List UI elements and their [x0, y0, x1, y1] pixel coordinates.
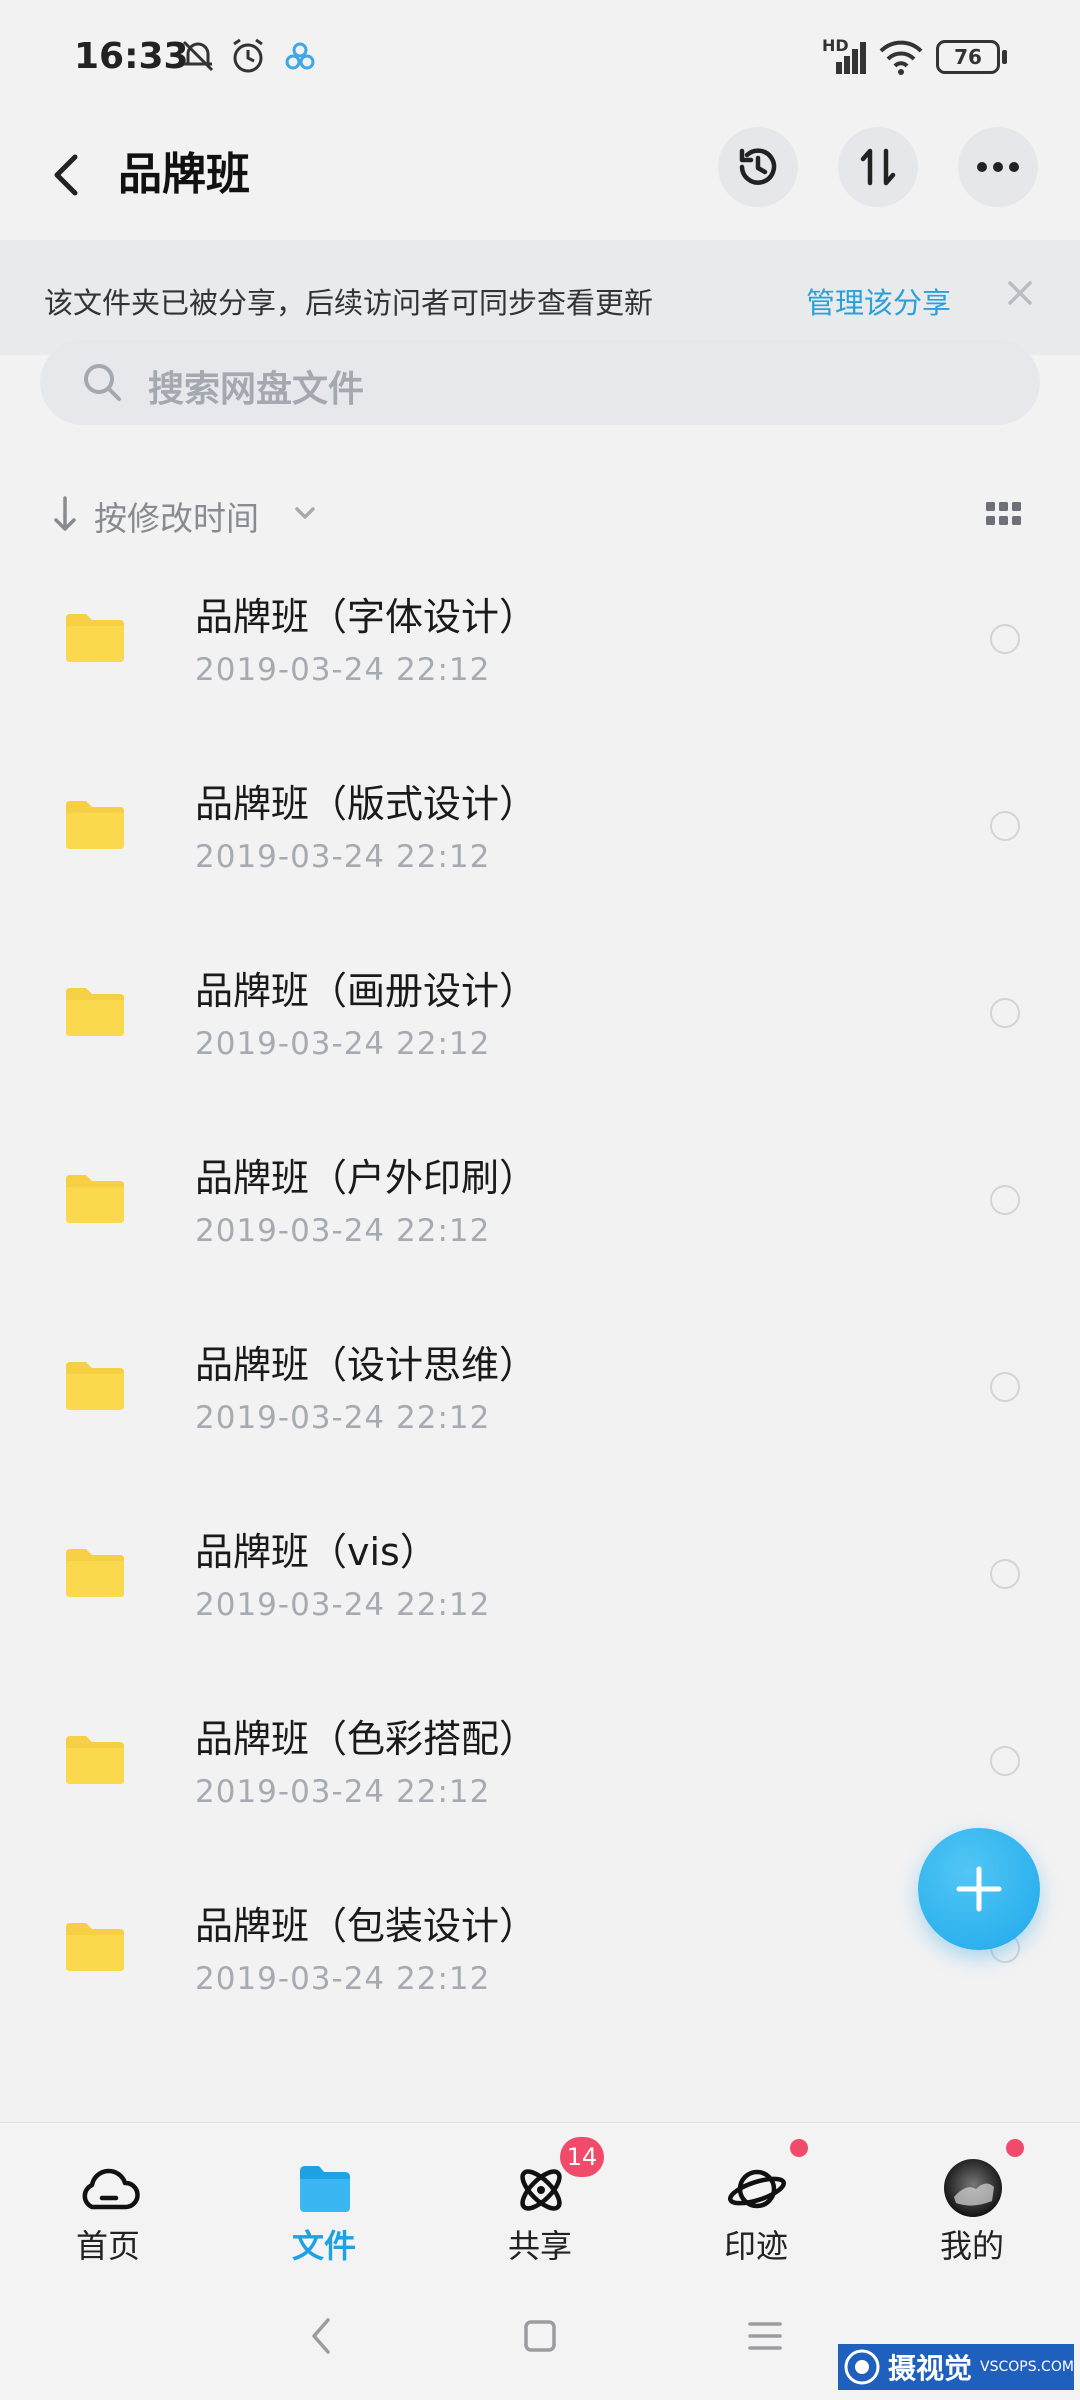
file-date: 2019-03-24 22:12: [195, 1961, 491, 1997]
history-button[interactable]: [718, 127, 798, 207]
file-name: 品牌班（户外印刷）: [195, 1156, 538, 1200]
status-time: 16:33: [74, 36, 189, 77]
app-notification-icon: [285, 42, 315, 70]
back-button[interactable]: [36, 140, 96, 210]
nav-label: 我的: [939, 2227, 1004, 2265]
folder-icon: [66, 801, 124, 849]
file-name: 品牌班（包装设计）: [195, 1904, 538, 1948]
list-item[interactable]: 品牌班（版式设计） 2019-03-24 22:12: [0, 743, 1080, 930]
list-item[interactable]: 品牌班（户外印刷） 2019-03-24 22:12: [0, 1117, 1080, 1304]
folder-icon: [300, 2166, 350, 2212]
system-menu-icon[interactable]: [748, 2320, 782, 2352]
sort-bar: 按修改时间: [0, 480, 1080, 550]
select-radio[interactable]: [990, 1746, 1020, 1776]
history-icon: [739, 148, 777, 185]
notification-dot: [790, 2139, 808, 2157]
header: 品牌班: [0, 120, 1080, 230]
more-icon: [977, 162, 1019, 172]
folder-icon: [66, 988, 124, 1036]
nav-item-traces[interactable]: 印迹: [648, 2123, 864, 2273]
alarm-icon: [233, 38, 263, 73]
list-item[interactable]: 品牌班（字体设计） 2019-03-24 22:12: [0, 556, 1080, 743]
sort-button[interactable]: [838, 127, 918, 207]
close-banner-button[interactable]: [1000, 273, 1040, 313]
file-name: 品牌班（字体设计）: [195, 595, 538, 639]
share-banner: 该文件夹已被分享，后续访问者可同步查看更新 管理该分享: [0, 240, 1080, 355]
grid-view-icon[interactable]: [986, 502, 1022, 528]
file-date: 2019-03-24 22:12: [195, 1400, 491, 1436]
system-home-icon[interactable]: [522, 2318, 558, 2354]
battery-icon: 76: [936, 40, 1000, 74]
manage-share-link[interactable]: 管理该分享: [806, 280, 951, 322]
folder-icon: [66, 1362, 124, 1410]
notification-badge: 14: [560, 2137, 604, 2177]
wifi-icon: [879, 40, 923, 75]
search-input[interactable]: 搜索网盘文件: [40, 340, 1040, 425]
nav-item-files[interactable]: 文件: [216, 2123, 432, 2273]
nav-label: 印迹: [723, 2227, 788, 2265]
status-bar: 16:33 HD 76: [0, 0, 1080, 120]
list-item[interactable]: 品牌班（设计思维） 2019-03-24 22:12: [0, 1304, 1080, 1491]
folder-icon: [66, 1175, 124, 1223]
chevron-down-icon[interactable]: [292, 500, 318, 526]
search-placeholder: 搜索网盘文件: [148, 369, 365, 410]
select-radio[interactable]: [990, 998, 1020, 1028]
battery-tip: [1002, 50, 1007, 64]
watermark-sub: VSCOPS.COM: [980, 2359, 1074, 2375]
folder-icon: [66, 1923, 124, 1971]
avatar-icon: [944, 2159, 1002, 2217]
file-date: 2019-03-24 22:12: [195, 1774, 491, 1810]
file-name: 品牌班（版式设计）: [195, 782, 538, 826]
add-button[interactable]: [918, 1828, 1040, 1950]
select-radio[interactable]: [990, 811, 1020, 841]
list-item[interactable]: 品牌班（色彩搭配） 2019-03-24 22:12: [0, 1678, 1080, 1865]
nav-item-share[interactable]: 共享: [432, 2123, 648, 2273]
file-name: 品牌班（色彩搭配）: [195, 1717, 538, 1761]
file-name: 品牌班（设计思维）: [195, 1343, 538, 1387]
folder-icon: [66, 1736, 124, 1784]
bell-off-icon: [182, 40, 214, 72]
notification-dot: [1006, 2139, 1024, 2157]
watermark-logo-icon: [844, 2349, 880, 2385]
nav-label: 共享: [507, 2227, 572, 2265]
system-back-icon[interactable]: [306, 2316, 336, 2356]
signal-icon: [836, 42, 866, 74]
sort-label[interactable]: 按修改时间: [94, 492, 259, 540]
planet-icon: [727, 2169, 787, 2209]
nav-label: 文件: [291, 2227, 356, 2265]
arrow-down-icon: [54, 496, 76, 531]
file-date: 2019-03-24 22:12: [195, 1213, 491, 1249]
nav-item-home[interactable]: 首页: [0, 2123, 216, 2273]
select-radio[interactable]: [990, 1372, 1020, 1402]
file-date: 2019-03-24 22:12: [195, 839, 491, 875]
sort-arrows-icon: [860, 148, 896, 186]
file-date: 2019-03-24 22:12: [195, 652, 491, 688]
close-icon: [1008, 281, 1032, 305]
cloud-icon: [82, 2168, 140, 2210]
list-item[interactable]: 品牌班（画册设计） 2019-03-24 22:12: [0, 930, 1080, 1117]
page-title: 品牌班: [118, 149, 250, 200]
plus-icon: [956, 1866, 1002, 1912]
more-button[interactable]: [958, 127, 1038, 207]
nav-item-me[interactable]: 我的: [864, 2123, 1080, 2273]
select-radio[interactable]: [990, 1185, 1020, 1215]
file-date: 2019-03-24 22:12: [195, 1587, 491, 1623]
share-banner-text: 该文件夹已被分享，后续访问者可同步查看更新: [44, 286, 654, 320]
watermark-text: 摄视觉: [888, 2352, 973, 2385]
watermark: 摄视觉 VSCOPS.COM: [838, 2344, 1074, 2390]
select-radio[interactable]: [990, 624, 1020, 654]
file-date: 2019-03-24 22:12: [195, 1026, 491, 1062]
search-icon: [84, 364, 121, 401]
file-name: 品牌班（画册设计）: [195, 969, 538, 1013]
nav-label: 首页: [75, 2227, 140, 2265]
folder-icon: [66, 614, 124, 662]
file-name: 品牌班（vis）: [195, 1530, 438, 1574]
list-item[interactable]: 品牌班（vis） 2019-03-24 22:12: [0, 1491, 1080, 1678]
bottom-nav: 首页 文件 共享 14 印迹 我的: [0, 2122, 1080, 2272]
folder-icon: [66, 1549, 124, 1597]
chevron-left-icon: [54, 154, 78, 196]
select-radio[interactable]: [990, 1559, 1020, 1589]
battery-level: 76: [954, 45, 982, 69]
file-list: 品牌班（字体设计） 2019-03-24 22:12 品牌班（版式设计） 201…: [0, 556, 1080, 2052]
